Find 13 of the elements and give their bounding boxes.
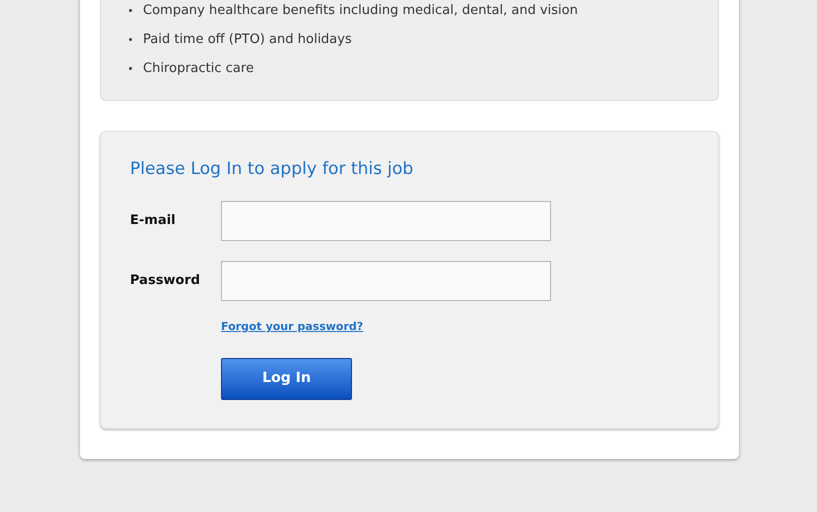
bullet-icon <box>129 67 132 70</box>
bullet-icon <box>129 38 132 41</box>
login-button[interactable]: Log In <box>221 358 352 400</box>
benefit-item: Paid time off (PTO) and holidays <box>143 31 352 49</box>
bullet-icon <box>129 9 132 12</box>
input-field[interactable] <box>221 201 551 241</box>
benefit-item: Chiropractic care <box>143 60 254 78</box>
field-label: Password <box>130 272 202 290</box>
benefit-item: Company healthcare benefits including medical, dental, and vision <box>143 2 578 20</box>
forgot-password-link[interactable]: Forgot your password? <box>221 319 364 336</box>
input-field[interactable] <box>221 261 551 301</box>
field-label: E-mail <box>130 212 177 230</box>
login-title: Please Log In to apply for this job <box>130 158 414 181</box>
